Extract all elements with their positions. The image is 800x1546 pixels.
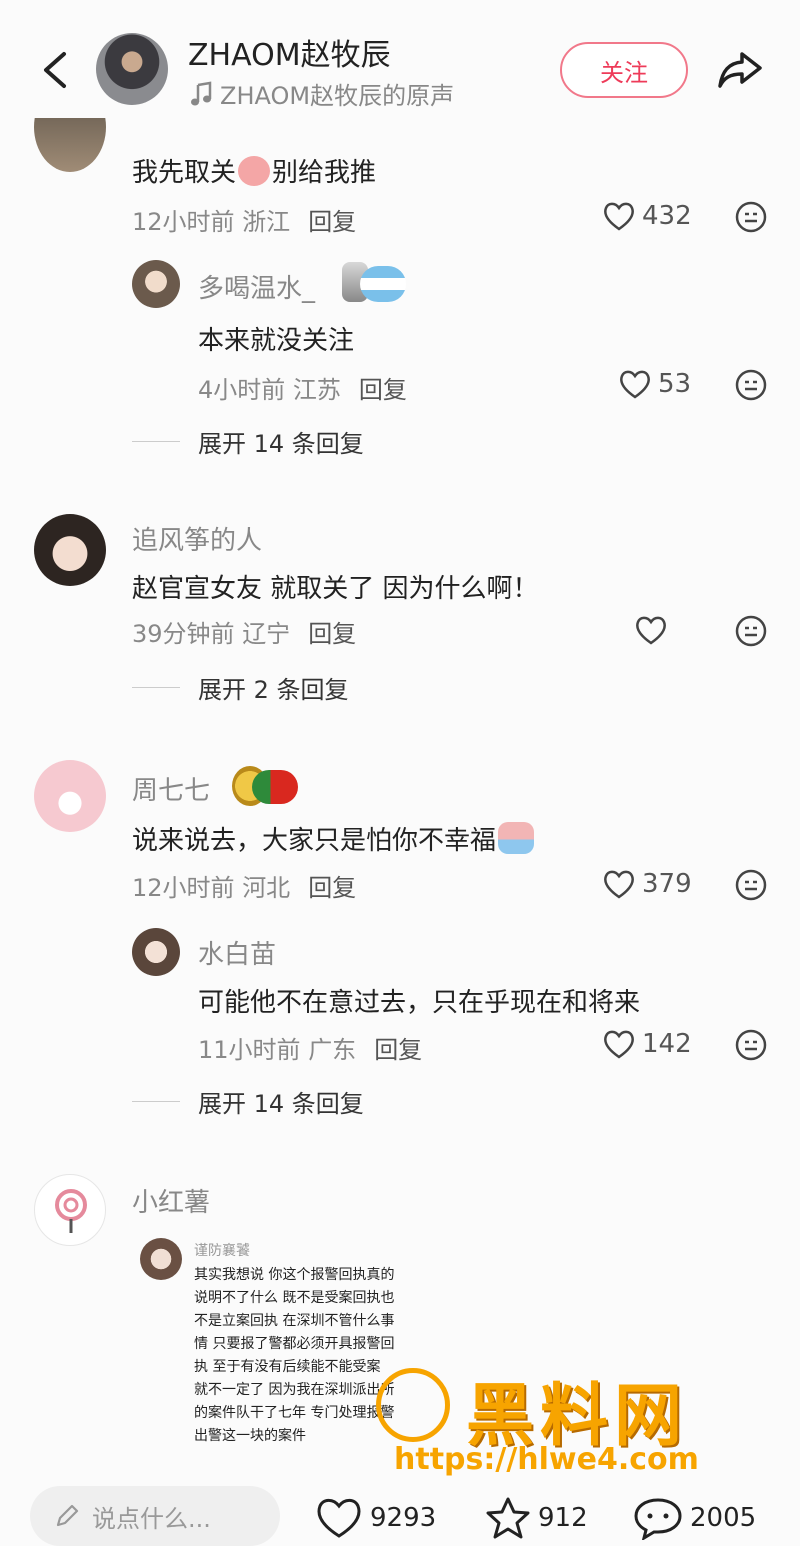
like-button[interactable]: 432 xyxy=(602,200,692,232)
reply-avatar[interactable] xyxy=(132,260,180,308)
emoji-react-icon[interactable] xyxy=(734,200,768,234)
comment-username[interactable]: 小红薯 xyxy=(132,1182,210,1219)
heart-icon xyxy=(604,1030,634,1059)
reply-text: 本来就没关注 xyxy=(198,326,355,356)
like-count: 142 xyxy=(642,1029,692,1059)
top-bar: ZHAOM赵牧辰 ZHAOM赵牧辰的原声 关注 xyxy=(0,0,800,118)
crying-emoji-icon xyxy=(498,822,535,854)
comment-list[interactable]: 我先取关 别给我推 12小时前 浙江 回复 432 多喝温水_ 本来就没关注 4小时… xyxy=(0,118,800,1468)
favorite-total: 912 xyxy=(538,1503,588,1533)
comment-meta: 12小时前 浙江 回复 xyxy=(132,208,357,236)
like-total: 9293 xyxy=(370,1503,437,1533)
like-button[interactable]: 379 xyxy=(602,868,692,900)
comment-input[interactable]: 说点什么... xyxy=(30,1486,280,1546)
like-button[interactable]: 53 xyxy=(618,368,691,400)
flag-badge-icon xyxy=(360,266,406,302)
heart-icon xyxy=(620,370,650,399)
like-count: 53 xyxy=(658,369,692,399)
divider xyxy=(132,687,180,688)
reply-meta: 4小时前 江苏 回复 xyxy=(198,376,407,404)
note-avatar xyxy=(140,1238,182,1280)
heart-icon xyxy=(604,870,634,899)
reply-button[interactable]: 回复 xyxy=(308,620,356,648)
watermark-logo-icon xyxy=(376,1368,450,1442)
expand-replies[interactable]: 展开 2 条回复 xyxy=(132,670,349,705)
comment-bubble-icon xyxy=(634,1498,682,1540)
comment-text: 说来说去，大家只是怕你不幸福 xyxy=(132,820,535,857)
divider xyxy=(132,1101,180,1102)
reply-text: 可能他不在意过去，只在乎现在和将来 xyxy=(198,988,641,1018)
reply-username[interactable]: 水白苗 xyxy=(198,934,276,971)
watermark-url: https://hlwe4.com xyxy=(394,1442,699,1477)
like-count: 379 xyxy=(642,869,692,899)
like-count: 432 xyxy=(642,201,692,231)
divider xyxy=(132,441,180,442)
comment-username[interactable]: 周七七 xyxy=(132,770,210,807)
comment-username[interactable]: 追风筝的人 xyxy=(132,520,262,557)
reply-button[interactable]: 回复 xyxy=(359,376,407,404)
share-icon[interactable] xyxy=(716,48,764,92)
like-total-button[interactable]: 9293 xyxy=(314,1496,436,1540)
watermark: 黑料网 https://hlwe4.com xyxy=(376,1360,786,1477)
audio-source[interactable]: ZHAOM赵牧辰的原声 xyxy=(190,76,454,111)
comment-total-button[interactable]: 2005 xyxy=(632,1496,756,1540)
emoji-react-icon[interactable] xyxy=(734,1028,768,1062)
comment-avatar[interactable] xyxy=(34,760,106,832)
comment-avatar[interactable] xyxy=(34,1174,106,1246)
note-text: 其实我想说 你这个报警回执真的 说明不了什么 既不是受案回执也 不是立案回执 在… xyxy=(194,1267,395,1444)
reply-username[interactable]: 多喝温水_ xyxy=(198,268,315,305)
comment-meta: 39分钟前 辽宁 回复 xyxy=(132,620,357,648)
comment-meta: 12小时前 河北 回复 xyxy=(132,874,357,902)
heart-icon xyxy=(604,202,634,231)
like-button[interactable] xyxy=(634,614,674,646)
reply-button[interactable]: 回复 xyxy=(374,1036,422,1064)
emoji-react-icon[interactable] xyxy=(734,614,768,648)
peach-emoji-icon xyxy=(238,156,271,186)
author-avatar[interactable] xyxy=(96,33,168,105)
flag-badge-icon xyxy=(252,770,298,804)
author-name[interactable]: ZHAOM赵牧辰 xyxy=(188,30,391,74)
emoji-react-icon[interactable] xyxy=(734,368,768,402)
lollipop-icon xyxy=(55,1189,87,1233)
star-icon xyxy=(486,1497,530,1539)
emoji-react-icon[interactable] xyxy=(734,868,768,902)
comment-total: 2005 xyxy=(690,1503,757,1533)
comment-text: 我先取关 别给我推 xyxy=(132,156,377,188)
heart-icon xyxy=(317,1498,361,1538)
comment-avatar[interactable] xyxy=(34,118,106,172)
heart-icon xyxy=(636,616,666,645)
reply-button[interactable]: 回复 xyxy=(308,208,356,236)
note-username: 谨防襄饕 xyxy=(194,1243,250,1259)
reply-button[interactable]: 回复 xyxy=(308,874,356,902)
audio-source-label: ZHAOM赵牧辰的原声 xyxy=(220,82,455,110)
reply-avatar[interactable] xyxy=(132,928,180,976)
back-icon[interactable] xyxy=(36,48,76,92)
comment-text: 赵官宣女友 就取关了 因为什么啊！ xyxy=(132,574,539,604)
favorite-button[interactable]: 912 xyxy=(484,1496,588,1540)
bottom-bar: 说点什么... 9293 912 2005 xyxy=(0,1468,800,1546)
pencil-icon xyxy=(56,1504,79,1527)
music-note-icon xyxy=(191,81,212,105)
reply-meta: 11小时前 广东 回复 xyxy=(198,1036,423,1064)
comment-avatar[interactable] xyxy=(34,514,106,586)
expand-replies[interactable]: 展开 14 条回复 xyxy=(132,424,364,459)
like-button[interactable]: 142 xyxy=(602,1028,692,1060)
expand-replies[interactable]: 展开 14 条回复 xyxy=(132,1084,364,1119)
comment-input-placeholder: 说点什么... xyxy=(92,1504,211,1533)
follow-button[interactable]: 关注 xyxy=(560,42,688,98)
